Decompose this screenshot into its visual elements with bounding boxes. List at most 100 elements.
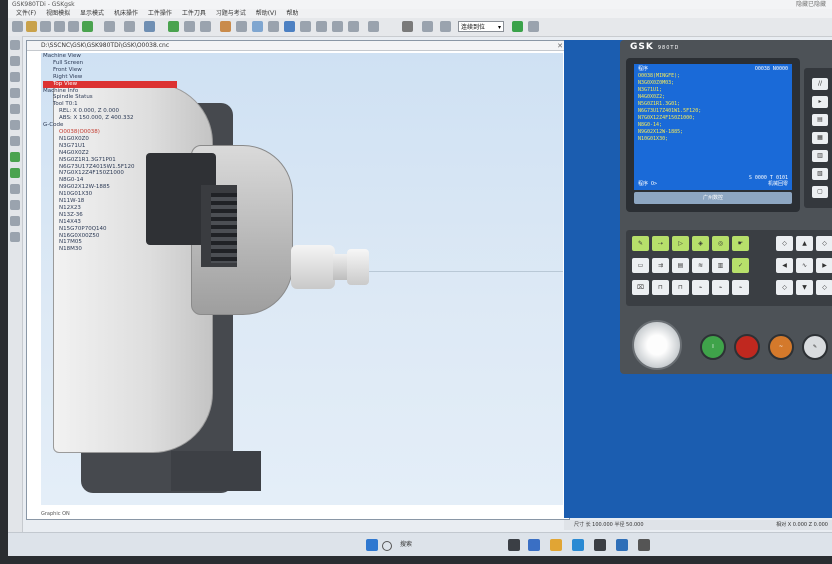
copy-icon[interactable] bbox=[300, 21, 311, 32]
tree-item-code[interactable]: N11W-18 bbox=[43, 198, 223, 205]
pan-icon[interactable] bbox=[200, 21, 211, 32]
feed-key-6[interactable]: ⌁ bbox=[732, 280, 749, 295]
tree-item-code[interactable]: N16G0X00Z50 bbox=[43, 233, 223, 240]
tree-item-code[interactable]: N8G0-14 bbox=[43, 177, 223, 184]
tree-item-code[interactable]: N9G02X12W-1885 bbox=[43, 184, 223, 191]
app-icon-3[interactable] bbox=[616, 539, 628, 551]
axis-key-8[interactable]: ▼ bbox=[796, 280, 813, 295]
mode-key-handwheel[interactable]: ◎ bbox=[712, 236, 729, 251]
feed-key-1[interactable]: ⌧ bbox=[632, 280, 649, 295]
tree-item-item[interactable]: Full Screen bbox=[43, 60, 223, 67]
settings-icon[interactable] bbox=[440, 21, 451, 32]
cycle-start-button[interactable]: Ⅰ bbox=[700, 334, 726, 360]
tool-btn-5[interactable] bbox=[10, 104, 20, 114]
side-key-1[interactable]: // bbox=[812, 78, 828, 90]
axis-key-1[interactable]: ◇ bbox=[776, 236, 793, 251]
tree-item-red[interactable]: O0038(O0038) bbox=[43, 129, 223, 136]
side-key-3[interactable]: ▤ bbox=[812, 114, 828, 126]
app-icon-2[interactable] bbox=[594, 539, 606, 551]
fullscreen-icon[interactable] bbox=[124, 21, 135, 32]
menu-display[interactable]: 显示模式 bbox=[80, 10, 104, 17]
axis-key-3[interactable]: ◇ bbox=[816, 236, 832, 251]
zoom-icon[interactable] bbox=[168, 21, 179, 32]
menu-machine[interactable]: 机床操作 bbox=[114, 10, 138, 17]
tool-btn-11[interactable] bbox=[10, 200, 20, 210]
feed-override-knob[interactable] bbox=[632, 320, 682, 370]
play-icon[interactable] bbox=[512, 21, 523, 32]
window-icon[interactable] bbox=[104, 21, 115, 32]
menu-file[interactable]: 文件(F) bbox=[16, 10, 36, 17]
tree-item-code[interactable]: N4G0X0Z2 bbox=[43, 150, 223, 157]
feed-key-2[interactable]: ⊓ bbox=[652, 280, 669, 295]
axis-key-7[interactable]: ◇ bbox=[776, 280, 793, 295]
mode-key-edit[interactable]: ✎ bbox=[632, 236, 649, 251]
mode-key-auto[interactable]: ⇢ bbox=[652, 236, 669, 251]
func-key-2[interactable]: ⇉ bbox=[652, 258, 669, 273]
tree-item-code[interactable]: N6G73U17Z4015W1.5F120 bbox=[43, 164, 223, 171]
options-icon[interactable] bbox=[422, 21, 433, 32]
tree-item-code[interactable]: N14X43 bbox=[43, 219, 223, 226]
refresh-icon[interactable] bbox=[82, 21, 93, 32]
feed-key-5[interactable]: ⌁ bbox=[712, 280, 729, 295]
print-icon[interactable] bbox=[54, 21, 65, 32]
menu-view[interactable]: 帮助(V) bbox=[256, 10, 277, 17]
close-icon[interactable]: ✕ bbox=[557, 41, 563, 51]
grid-icon[interactable] bbox=[368, 21, 379, 32]
side-key-7[interactable]: ▢ bbox=[812, 186, 828, 198]
app-icon-1[interactable] bbox=[528, 539, 540, 551]
cut-icon[interactable] bbox=[68, 21, 79, 32]
axis-key-2[interactable]: ▲ bbox=[796, 236, 813, 251]
mode-select[interactable]: 连续到位 ▾ bbox=[458, 21, 504, 32]
tree-item-item[interactable]: Tool T0:1 bbox=[43, 101, 223, 108]
tool-btn-3[interactable] bbox=[10, 72, 20, 82]
func-key-3[interactable]: ▤ bbox=[672, 258, 689, 273]
menu-exercise[interactable]: 习题与考试 bbox=[216, 10, 246, 17]
axis-key-6[interactable]: ▶ bbox=[816, 258, 832, 273]
tree-item-code[interactable]: N7G0X12Z4F150Z1000 bbox=[43, 170, 223, 177]
tool-btn-1[interactable] bbox=[10, 40, 20, 50]
tree-item-code[interactable]: N1G0X0Z0 bbox=[43, 136, 223, 143]
tree-item-code[interactable]: N12X23 bbox=[43, 205, 223, 212]
tree-item-head[interactable]: Machine Info bbox=[43, 88, 223, 95]
axis-key-4[interactable]: ◀ bbox=[776, 258, 793, 273]
tree-item-item[interactable]: Right View bbox=[43, 74, 223, 81]
menu-workpiece[interactable]: 工件操作 bbox=[148, 10, 172, 17]
tree-item-code[interactable]: N18M30 bbox=[43, 246, 223, 253]
tool-btn-2[interactable] bbox=[10, 56, 20, 66]
taskbar-search[interactable]: 搜索 bbox=[400, 539, 412, 551]
new-icon[interactable] bbox=[12, 21, 23, 32]
view-icon[interactable] bbox=[144, 21, 155, 32]
tree-item-sel[interactable]: Top View bbox=[43, 80, 177, 88]
feed-key-3[interactable]: ⊓ bbox=[672, 280, 689, 295]
folder-icon[interactable] bbox=[550, 539, 562, 551]
func-key-4[interactable]: ≋ bbox=[692, 258, 709, 273]
mode-key-manual[interactable]: ☛ bbox=[732, 236, 749, 251]
sim-icon[interactable] bbox=[402, 21, 413, 32]
stop-icon[interactable] bbox=[528, 21, 539, 32]
axis-key-9[interactable]: ◇ bbox=[816, 280, 832, 295]
tool-icon[interactable] bbox=[220, 21, 231, 32]
menu-help[interactable]: 帮助 bbox=[286, 10, 298, 17]
save-icon[interactable] bbox=[40, 21, 51, 32]
tree-item-code[interactable]: N5G0Z1R1.3G71P01 bbox=[43, 157, 223, 164]
tree-item-code[interactable]: N13Z-36 bbox=[43, 212, 223, 219]
tool-btn-8[interactable] bbox=[10, 152, 20, 162]
tool-change-button[interactable]: ✎ bbox=[802, 334, 828, 360]
tree-item-item[interactable]: Front View bbox=[43, 67, 223, 74]
side-key-4[interactable]: ▦ bbox=[812, 132, 828, 144]
edge-icon[interactable] bbox=[572, 539, 584, 551]
search-icon[interactable] bbox=[382, 541, 392, 551]
tree-item-head[interactable]: Machine View bbox=[43, 53, 223, 60]
side-key-6[interactable]: ▧ bbox=[812, 168, 828, 180]
tree-item-head[interactable]: G-Code bbox=[43, 122, 223, 129]
lathe-3d-scene[interactable]: Machine View Full Screen Front View Right V… bbox=[41, 53, 563, 505]
tree-item-code[interactable]: N17M05 bbox=[43, 239, 223, 246]
mode-key-home[interactable]: ◈ bbox=[692, 236, 709, 251]
tool-btn-7[interactable] bbox=[10, 136, 20, 146]
spindle-button[interactable]: ~ bbox=[768, 334, 794, 360]
tool-btn-13[interactable] bbox=[10, 232, 20, 242]
task-view-icon[interactable] bbox=[508, 539, 520, 551]
func-key-5[interactable]: ▥ bbox=[712, 258, 729, 273]
measure-icon[interactable] bbox=[236, 21, 247, 32]
side-key-5[interactable]: ▥ bbox=[812, 150, 828, 162]
